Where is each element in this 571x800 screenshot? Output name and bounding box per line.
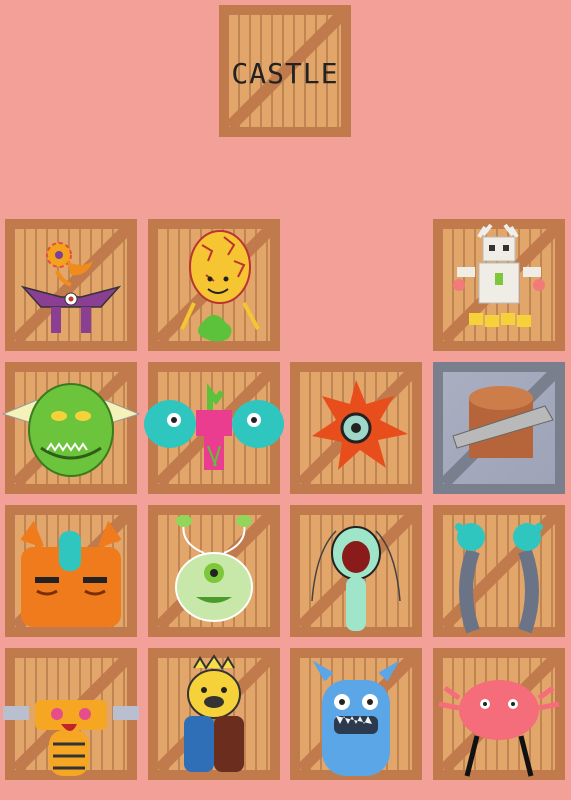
- orange-two-faced-monster: [20, 520, 122, 627]
- monster-slot-16[interactable]: [433, 648, 565, 780]
- monster-slot-4[interactable]: [433, 219, 565, 351]
- white-bone-robot-monster: [453, 223, 545, 327]
- monster-slot-5[interactable]: [1, 362, 141, 494]
- castle-crate[interactable]: CASTLE: [219, 5, 351, 137]
- monster-slot-13[interactable]: [3, 648, 139, 780]
- yellow-leaf-monster: [180, 230, 260, 342]
- monster-slot-15[interactable]: [290, 648, 422, 780]
- crowned-bear-monster: [184, 654, 244, 772]
- monster-slot-6[interactable]: [144, 362, 284, 494]
- green-winged-monster: [1, 383, 141, 477]
- yellow-bee-monster: [3, 700, 139, 776]
- castle-label: CASTLE: [231, 57, 339, 90]
- monster-slot-2[interactable]: [148, 219, 280, 351]
- teal-eyes-monster: [144, 383, 284, 470]
- monster-slot-10[interactable]: [148, 505, 280, 637]
- monster-slot-1[interactable]: [5, 219, 137, 351]
- red-flower-eye-monster: [312, 380, 408, 470]
- stump-egg-icon: [452, 386, 554, 458]
- monster-slot-12[interactable]: [433, 505, 565, 637]
- monster-slot-7[interactable]: [290, 362, 422, 494]
- blue-furry-monster: [312, 660, 400, 776]
- monster-slot-9[interactable]: [5, 505, 137, 637]
- monster-slot-8-locked[interactable]: [433, 362, 565, 494]
- monster-slot-14[interactable]: [148, 648, 280, 780]
- screaming-worm-monster: [311, 526, 401, 631]
- pink-crab-monster: [438, 680, 560, 777]
- grey-pillar-hands-monster: [455, 523, 543, 634]
- orange-bird-monster: [20, 242, 122, 333]
- monster-slot-11[interactable]: [290, 505, 422, 637]
- green-antenna-monster: [175, 515, 253, 622]
